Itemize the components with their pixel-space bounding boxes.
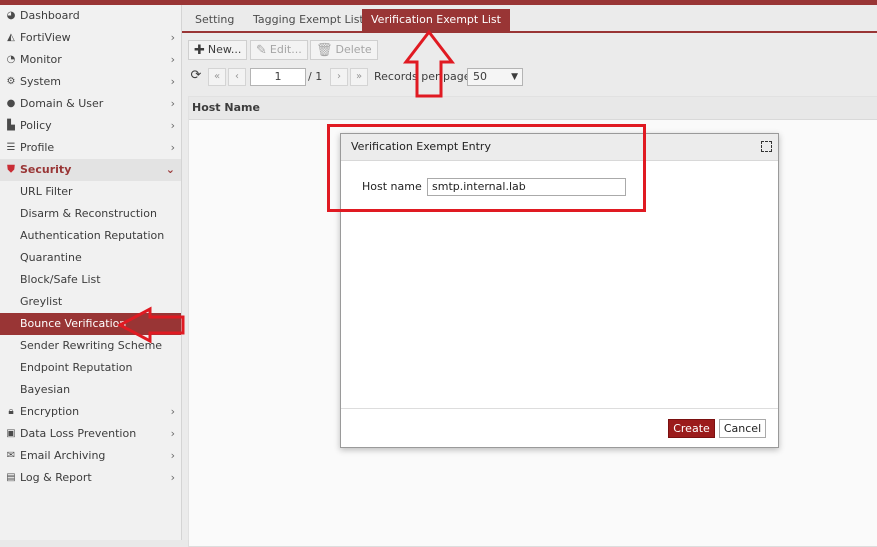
annotation-arrows xyxy=(116,29,456,344)
up-arrow-annotation xyxy=(402,29,456,98)
left-arrow-annotation xyxy=(116,306,185,344)
